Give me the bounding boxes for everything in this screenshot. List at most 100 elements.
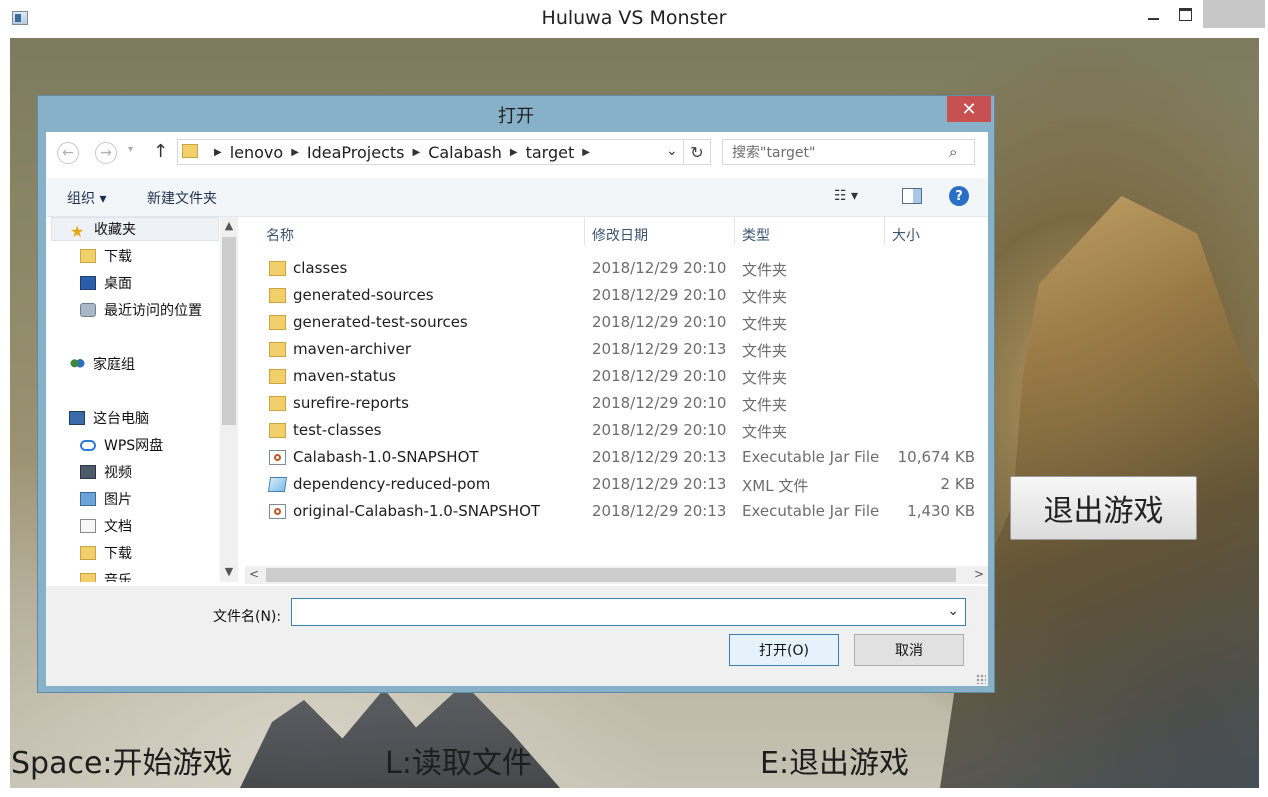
file-row[interactable]: dependency-reduced-pom 2018/12/29 20:13 … xyxy=(243,473,988,499)
breadcrumb-item[interactable]: lenovo xyxy=(230,143,283,162)
file-name: generated-sources xyxy=(293,286,434,304)
maximize-button[interactable] xyxy=(1170,0,1200,28)
breadcrumb-separator-icon[interactable]: ▶ xyxy=(582,147,590,158)
file-row[interactable]: generated-sources 2018/12/29 20:10 文件夹 xyxy=(243,284,988,310)
file-size: 2 KB xyxy=(940,475,975,493)
breadcrumb-item[interactable]: Calabash xyxy=(428,143,502,162)
sidebar-item-pictures[interactable]: 图片 xyxy=(80,487,132,511)
sidebar-item-label: WPS网盘 xyxy=(104,438,164,454)
refresh-button[interactable]: ↻ xyxy=(683,139,711,165)
file-type: 文件夹 xyxy=(742,288,788,306)
sidebar-item-label: 桌面 xyxy=(104,276,132,292)
sidebar-item-label: 收藏夹 xyxy=(94,222,136,238)
breadcrumb-separator-icon[interactable]: ▶ xyxy=(413,147,421,158)
sidebar-item-homegroup[interactable]: 家庭组 xyxy=(69,352,135,376)
scroll-thumb[interactable] xyxy=(266,568,956,582)
scroll-right-icon[interactable]: > xyxy=(974,567,984,581)
search-input[interactable] xyxy=(723,140,954,166)
file-row[interactable]: Calabash-1.0-SNAPSHOT 2018/12/29 20:13 E… xyxy=(243,446,988,472)
file-type: 文件夹 xyxy=(742,315,788,333)
close-window-button[interactable] xyxy=(1203,0,1265,28)
sidebar-item-label: 音乐 xyxy=(104,573,132,582)
filename-combobox[interactable]: ⌄ xyxy=(291,598,966,627)
file-row[interactable]: surefire-reports 2018/12/29 20:10 文件夹 xyxy=(243,392,988,418)
sidebar-item-downloads-pc[interactable]: 下载 xyxy=(80,541,132,565)
breadcrumb-separator-icon[interactable]: ▶ xyxy=(510,147,518,158)
sidebar-item-recent-places[interactable]: 最近访问的位置 xyxy=(80,298,202,322)
resize-grip-icon[interactable] xyxy=(976,674,986,684)
scroll-thumb[interactable] xyxy=(222,237,236,425)
sidebar-item-documents[interactable]: 文档 xyxy=(80,514,132,538)
file-name: Calabash-1.0-SNAPSHOT xyxy=(293,448,479,466)
sidebar-item-label: 文档 xyxy=(104,519,132,535)
breadcrumb-item[interactable]: IdeaProjects xyxy=(307,143,405,162)
command-toolbar: 组织 ▾ 新建文件夹 ☷ ▾ ? xyxy=(46,178,988,217)
column-header-name[interactable]: 名称 xyxy=(266,225,294,249)
preview-pane-button[interactable] xyxy=(902,188,922,204)
address-history-dropdown[interactable]: ⌄ xyxy=(666,143,678,159)
column-divider[interactable] xyxy=(734,217,735,245)
change-view-button[interactable]: ☷ ▾ xyxy=(834,188,858,204)
column-header-size[interactable]: 大小 xyxy=(892,225,920,249)
file-row[interactable]: maven-archiver 2018/12/29 20:13 文件夹 xyxy=(243,338,988,364)
organize-menu-button[interactable]: 组织 ▾ xyxy=(67,188,106,208)
folder-icon xyxy=(269,261,286,276)
recent-locations-dropdown[interactable]: ▾ xyxy=(128,144,133,155)
file-date: 2018/12/29 20:10 xyxy=(592,394,727,412)
file-row[interactable]: original-Calabash-1.0-SNAPSHOT 2018/12/2… xyxy=(243,500,988,526)
sidebar-item-this-pc[interactable]: 这台电脑 xyxy=(69,406,149,430)
back-button[interactable]: ← xyxy=(57,142,79,164)
breadcrumb-separator-icon[interactable]: ▶ xyxy=(214,147,222,158)
column-header-type[interactable]: 类型 xyxy=(742,225,770,249)
file-name: classes xyxy=(293,259,348,277)
music-icon xyxy=(80,573,96,582)
file-name: test-classes xyxy=(293,421,382,439)
file-row[interactable]: test-classes 2018/12/29 20:10 文件夹 xyxy=(243,419,988,445)
sidebar-item-music[interactable]: 音乐 xyxy=(80,568,132,582)
forward-button[interactable]: → xyxy=(95,142,117,164)
sidebar-item-downloads[interactable]: 下载 xyxy=(80,244,132,268)
column-divider[interactable] xyxy=(884,217,885,245)
forward-arrow-icon: → xyxy=(100,145,112,161)
column-divider[interactable] xyxy=(584,217,585,245)
filename-input[interactable] xyxy=(292,599,936,627)
dialog-client-area: ← → ▾ ↑ ▶ lenovo ▶ IdeaProjects ▶ Calaba… xyxy=(46,132,988,686)
scroll-down-icon[interactable]: ▼ xyxy=(220,565,238,578)
file-list: ^ 名称 修改日期 类型 大小 classes 2018/12/29 20:10… xyxy=(243,217,988,566)
file-list-horizontal-scrollbar[interactable]: < > xyxy=(245,566,988,584)
dialog-footer: 文件名(N): ⌄ 打开(O) 取消 xyxy=(46,586,988,686)
file-row[interactable]: generated-test-sources 2018/12/29 20:10 … xyxy=(243,311,988,337)
sidebar-item-desktop[interactable]: 桌面 xyxy=(80,271,132,295)
sidebar-item-wps-drive[interactable]: WPS网盘 xyxy=(80,433,163,457)
scroll-left-icon[interactable]: < xyxy=(249,567,259,581)
breadcrumb-separator-icon[interactable]: ▶ xyxy=(291,147,299,158)
open-file-dialog: 打开 ✕ ← → ▾ ↑ ▶ lenovo ▶ IdeaProjects ▶ C… xyxy=(37,95,995,693)
file-row[interactable]: classes 2018/12/29 20:10 文件夹 xyxy=(243,257,988,283)
minimize-button[interactable] xyxy=(1138,0,1168,28)
file-row[interactable]: maven-status 2018/12/29 20:10 文件夹 xyxy=(243,365,988,391)
folder-icon xyxy=(269,315,286,330)
dialog-close-button[interactable]: ✕ xyxy=(947,96,991,122)
help-button[interactable]: ? xyxy=(949,186,969,206)
open-button[interactable]: 打开(O) xyxy=(729,634,839,666)
sidebar-item-favorites[interactable]: ★ 收藏夹 xyxy=(51,217,219,241)
sidebar-item-label: 这台电脑 xyxy=(93,411,149,427)
sidebar-item-videos[interactable]: 视频 xyxy=(80,460,132,484)
scroll-up-icon[interactable]: ▲ xyxy=(220,219,238,232)
file-date: 2018/12/29 20:13 xyxy=(592,340,727,358)
search-icon[interactable]: ⌕ xyxy=(949,143,957,161)
nav-pane-scrollbar[interactable]: ▲ ▼ xyxy=(220,217,238,582)
column-header-date[interactable]: 修改日期 xyxy=(592,225,648,249)
breadcrumb-item[interactable]: target xyxy=(526,143,575,162)
file-date: 2018/12/29 20:13 xyxy=(592,502,727,520)
file-date: 2018/12/29 20:10 xyxy=(592,367,727,385)
chevron-down-icon[interactable]: ⌄ xyxy=(947,603,959,619)
exit-game-button[interactable]: 退出游戏 xyxy=(1010,476,1197,540)
sidebar-item-label: 下载 xyxy=(104,249,132,265)
up-one-level-button[interactable]: ↑ xyxy=(153,141,168,162)
close-icon: ✕ xyxy=(961,98,977,120)
address-bar[interactable]: ▶ lenovo ▶ IdeaProjects ▶ Calabash ▶ tar… xyxy=(177,139,711,165)
file-date: 2018/12/29 20:13 xyxy=(592,475,727,493)
new-folder-button[interactable]: 新建文件夹 xyxy=(147,188,217,208)
cancel-button[interactable]: 取消 xyxy=(854,634,964,666)
